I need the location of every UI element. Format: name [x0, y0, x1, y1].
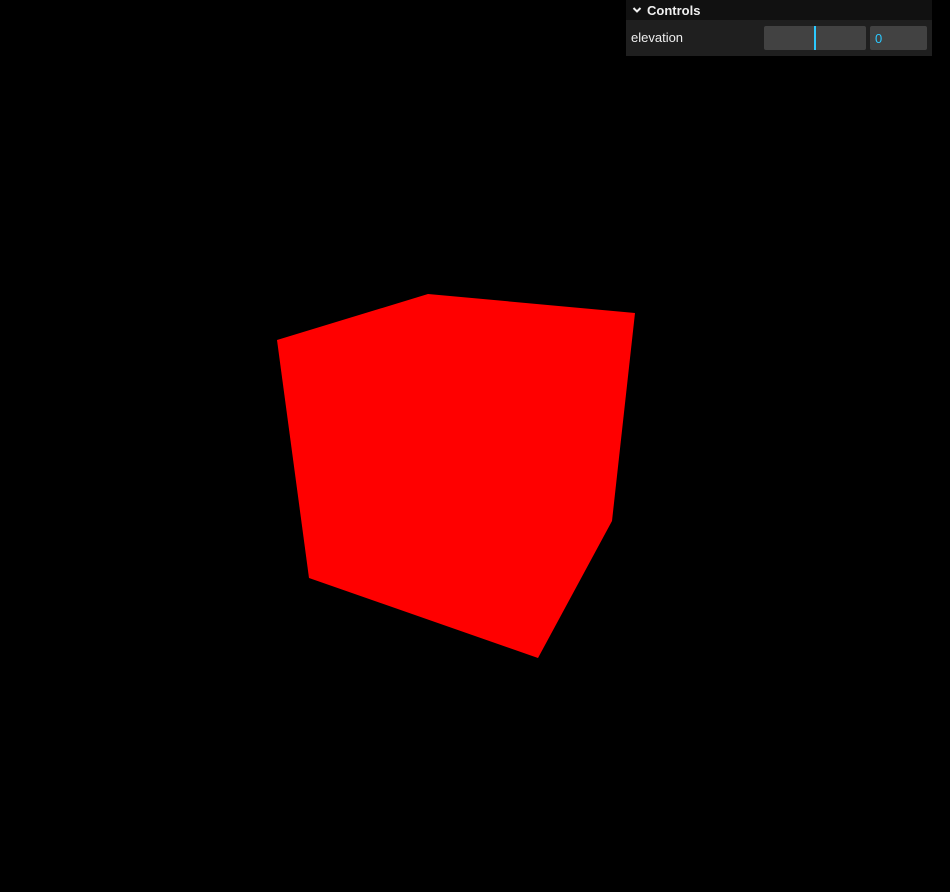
controls-panel: Controls elevation — [626, 0, 932, 56]
controls-title: Controls — [647, 2, 701, 18]
elevation-label: elevation — [631, 30, 684, 45]
cube-render — [277, 294, 635, 658]
cube-silhouette — [277, 294, 635, 658]
elevation-value-input[interactable] — [870, 26, 927, 50]
elevation-control: elevation — [626, 20, 932, 56]
3d-canvas[interactable] — [0, 0, 950, 892]
chevron-down-icon — [632, 7, 642, 13]
elevation-slider[interactable] — [764, 26, 866, 50]
elevation-slider-thumb[interactable] — [814, 26, 816, 50]
controls-header[interactable]: Controls — [626, 0, 932, 20]
